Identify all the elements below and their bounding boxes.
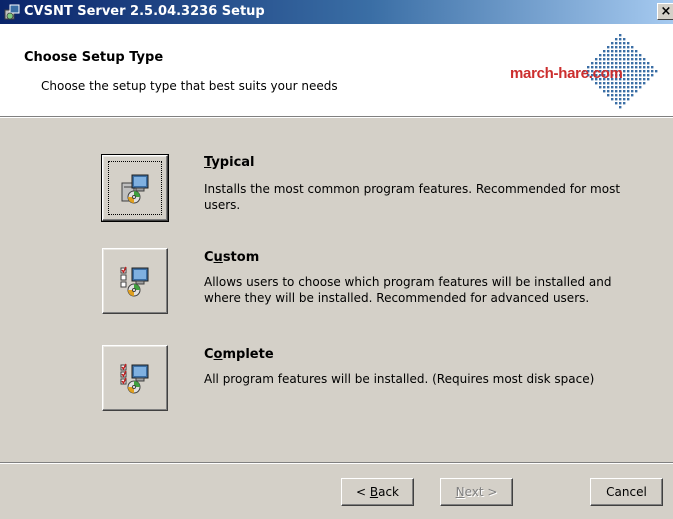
- setup-app-icon: [4, 4, 20, 20]
- custom-title: Custom: [204, 250, 260, 265]
- complete-setup-icon: [120, 363, 149, 394]
- complete-description: All program features will be installed. …: [204, 372, 595, 386]
- header-banner: Choose Setup Type Choose the setup type …: [0, 24, 673, 116]
- custom-button[interactable]: [102, 248, 168, 314]
- close-button[interactable]: ×: [657, 3, 673, 20]
- cancel-button[interactable]: Cancel: [590, 478, 663, 506]
- complete-button[interactable]: [102, 345, 168, 411]
- page-title: Choose Setup Type: [24, 50, 164, 65]
- typical-button[interactable]: [101, 154, 169, 222]
- complete-title: Complete: [204, 347, 274, 362]
- typical-description: Installs the most common program feature…: [204, 182, 621, 212]
- window-title: CVSNT Server 2.5.04.3236 Setup: [24, 4, 265, 19]
- typical-setup-icon: [121, 174, 149, 204]
- header-separator: [0, 116, 673, 118]
- footer-separator: [0, 462, 673, 464]
- setup-window: CVSNT Server 2.5.04.3236 Setup × Choose …: [0, 0, 673, 519]
- title-bar[interactable]: CVSNT Server 2.5.04.3236 Setup ×: [0, 0, 673, 24]
- page-subtitle: Choose the setup type that best suits yo…: [41, 79, 338, 93]
- custom-setup-icon: [120, 266, 149, 297]
- typical-title: Typical: [204, 155, 255, 170]
- custom-description: Allows users to choose which program fea…: [204, 275, 612, 305]
- march-hare-logo: march-hare.com: [502, 32, 662, 116]
- back-button[interactable]: < Back: [341, 478, 414, 506]
- next-button[interactable]: Next >: [440, 478, 513, 506]
- logo-text: march-hare.com: [510, 65, 623, 82]
